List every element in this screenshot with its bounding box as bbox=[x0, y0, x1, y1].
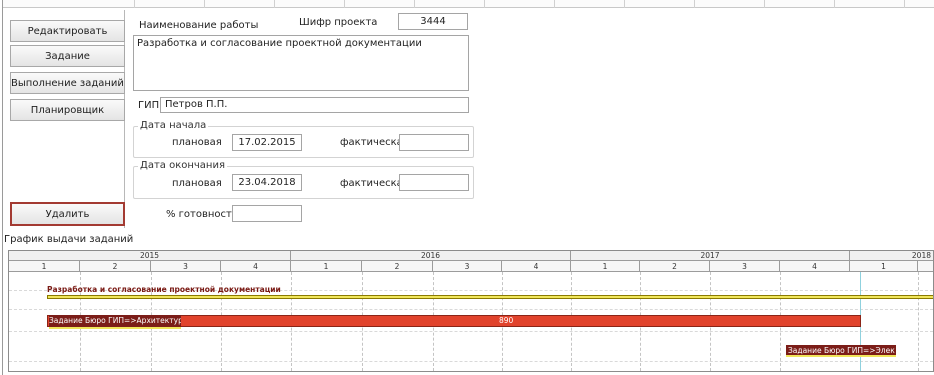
year-2016: 2016 bbox=[291, 251, 571, 260]
work-name-label: Наименование работы bbox=[139, 20, 259, 31]
quarter-11: 3 bbox=[710, 261, 780, 271]
end-date-group-title: Дата окончания bbox=[138, 160, 227, 171]
end-planned-label: плановая bbox=[172, 178, 222, 189]
year-2017: 2017 bbox=[571, 251, 850, 260]
project-bar-label: Разработка и согласование проектной доку… bbox=[47, 285, 281, 294]
gantt-row-separator bbox=[9, 309, 933, 310]
end-actual-field[interactable] bbox=[399, 174, 469, 191]
task-button[interactable]: Задание bbox=[10, 45, 125, 67]
quarter-10: 2 bbox=[640, 261, 710, 271]
quarter-9: 1 bbox=[571, 261, 640, 271]
gantt-year-row: 2015 2016 2017 2018 bbox=[9, 251, 933, 261]
gantt-title: График выдачи заданий bbox=[4, 234, 134, 245]
delete-button[interactable]: Удалить bbox=[10, 202, 125, 226]
gip-field[interactable]: Петров П.П. bbox=[160, 97, 469, 113]
planner-button[interactable]: Планировщик bbox=[10, 99, 125, 121]
project-summary-bar[interactable] bbox=[47, 295, 933, 299]
quarter-5: 1 bbox=[291, 261, 362, 271]
readiness-label: % готовности bbox=[166, 209, 239, 220]
readiness-field[interactable] bbox=[232, 205, 302, 222]
task-bar-architecture-value: 890 bbox=[499, 316, 514, 325]
task-execution-button[interactable]: Выполнение заданий bbox=[10, 72, 125, 94]
task-bar-electrical-label: Задание Бюро ГИП=>Электр bbox=[788, 346, 895, 355]
gantt-quarter-row: 1 2 3 4 1 2 3 4 1 2 3 4 1 bbox=[9, 261, 933, 272]
quarter-3: 3 bbox=[151, 261, 221, 271]
quarter-7: 3 bbox=[433, 261, 502, 271]
project-code-label: Шифр проекта bbox=[299, 17, 378, 28]
start-actual-field[interactable] bbox=[399, 134, 469, 151]
start-date-group-title: Дата начала bbox=[138, 120, 209, 131]
action-panel: Редактировать Задание Выполнение заданий… bbox=[5, 10, 125, 228]
quarter-6: 2 bbox=[362, 261, 433, 271]
start-planned-label: плановая bbox=[172, 137, 222, 148]
start-planned-field[interactable]: 17.02.2015 bbox=[232, 134, 302, 151]
quarter-13: 1 bbox=[850, 261, 918, 271]
work-description-field[interactable]: Разработка и согласование проектной доку… bbox=[133, 35, 469, 91]
gantt-row-separator bbox=[9, 331, 933, 332]
gip-label: ГИП bbox=[138, 100, 160, 111]
gantt-chart[interactable]: 2015 2016 2017 2018 1 2 3 4 1 2 3 4 1 2 … bbox=[8, 250, 934, 372]
edit-button[interactable]: Редактировать bbox=[10, 20, 125, 42]
quarter-2: 2 bbox=[80, 261, 151, 271]
end-planned-field[interactable]: 23.04.2018 bbox=[232, 174, 302, 191]
quarter-8: 4 bbox=[502, 261, 571, 271]
quarter-1: 1 bbox=[9, 261, 80, 271]
quarter-4: 4 bbox=[221, 261, 291, 271]
project-code-field[interactable]: 3444 bbox=[398, 13, 468, 30]
task-bar-architecture-label: Задание Бюро ГИП=>Архитектура bbox=[49, 315, 181, 329]
gantt-gridline bbox=[918, 272, 919, 371]
gantt-row-separator bbox=[9, 361, 933, 362]
year-2018: 2018 bbox=[911, 251, 931, 260]
year-2015: 2015 bbox=[9, 251, 291, 260]
quarter-12: 4 bbox=[780, 261, 850, 271]
